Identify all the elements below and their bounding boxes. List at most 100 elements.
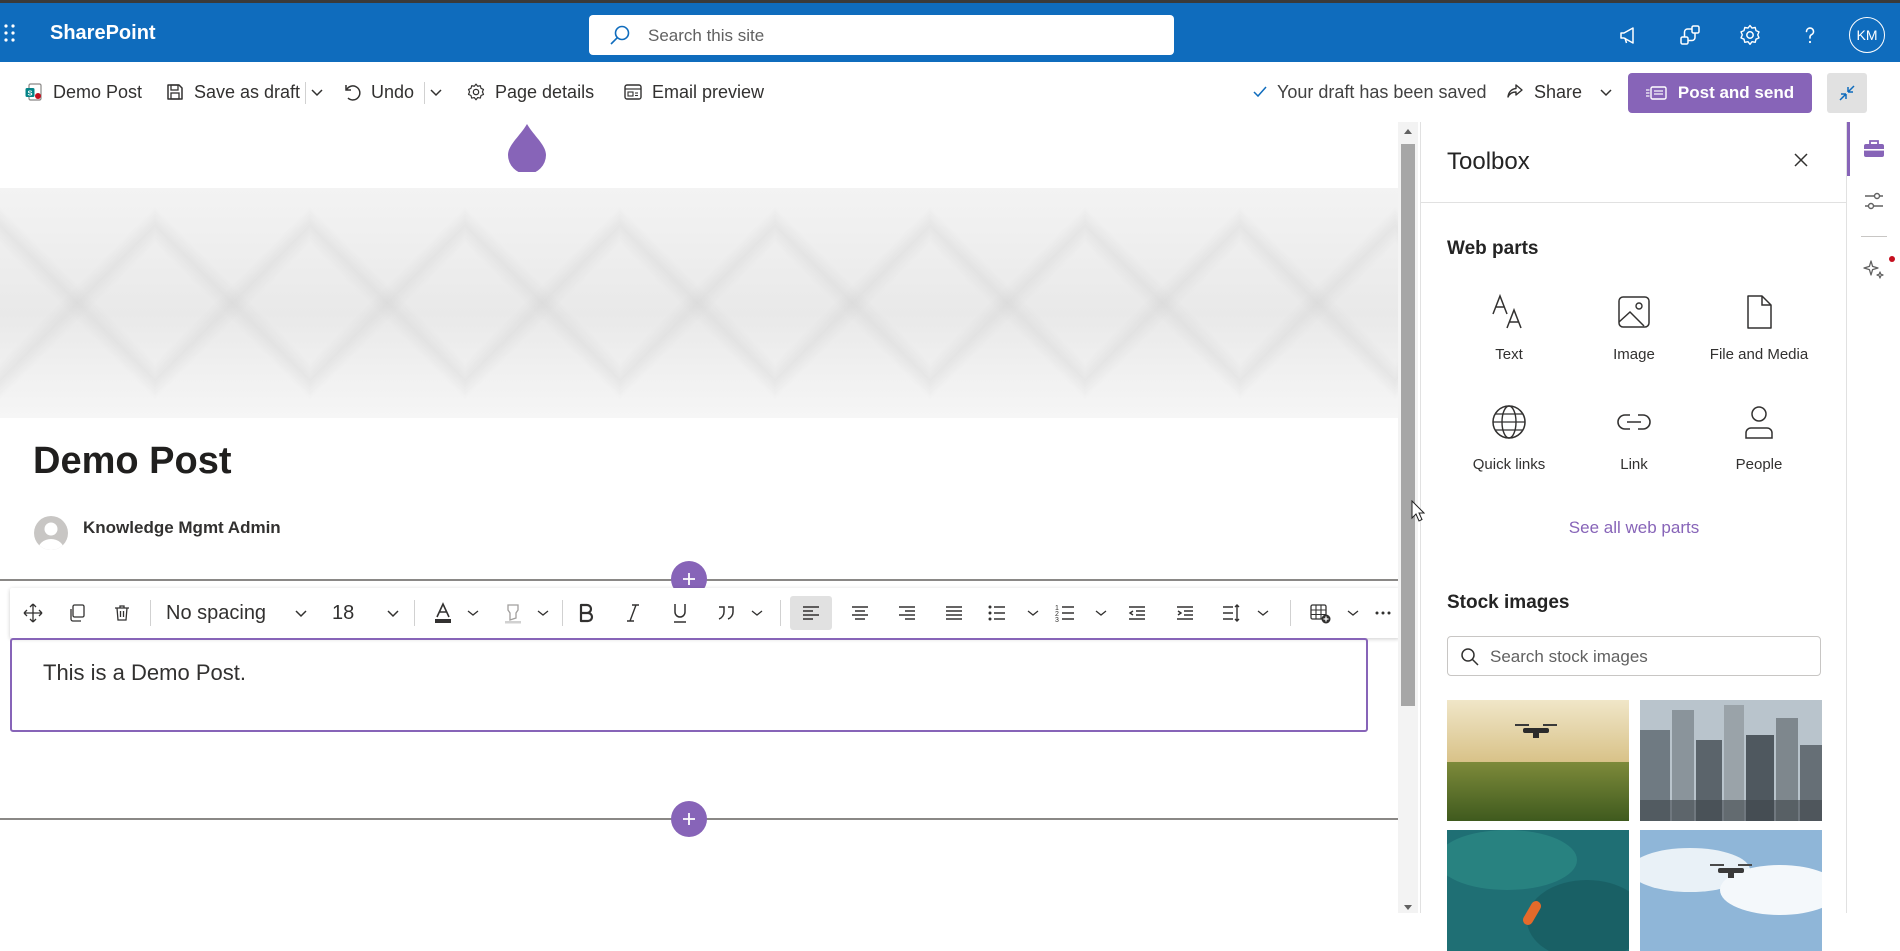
web-parts-heading: Web parts [1447, 238, 1539, 259]
body-text[interactable]: This is a Demo Post. [43, 660, 246, 686]
collapse-icon[interactable] [1827, 73, 1867, 113]
divider [1290, 600, 1291, 626]
page-details-button[interactable]: Page details [466, 80, 594, 104]
email-preview-button[interactable]: Email preview [623, 80, 764, 104]
author-avatar [34, 516, 68, 550]
stock-image-drone-sky[interactable] [1640, 830, 1822, 951]
add-section-button[interactable] [671, 801, 707, 837]
bold-icon[interactable] [573, 600, 599, 626]
paragraph-style-value: No spacing [166, 601, 267, 624]
notification-dot [1889, 256, 1895, 262]
italic-icon[interactable] [620, 600, 646, 626]
undo-options-chevron-icon[interactable] [429, 80, 443, 104]
stock-image-city-skyline[interactable] [1640, 700, 1822, 821]
text-format-toolbar: No spacing 18 1 2 3 [10, 588, 1400, 638]
page-details-label: Page details [495, 81, 595, 102]
settings-gear-icon[interactable] [1738, 23, 1762, 47]
megaphone-icon[interactable] [1618, 23, 1642, 47]
stock-images-search-input[interactable]: Search stock images [1447, 636, 1821, 676]
insert-table-chevron-icon[interactable] [1346, 600, 1360, 626]
line-spacing-icon[interactable] [1218, 600, 1244, 626]
delete-icon[interactable] [109, 600, 135, 626]
close-icon[interactable] [1793, 152, 1809, 168]
decrease-indent-icon[interactable] [1124, 600, 1150, 626]
help-icon[interactable] [1798, 23, 1822, 47]
web-part-label: Text [1495, 346, 1523, 363]
increase-indent-icon[interactable] [1172, 600, 1198, 626]
align-right-icon[interactable] [894, 600, 920, 626]
toolbox-icon[interactable] [1862, 137, 1886, 161]
line-spacing-chevron-icon[interactable] [1256, 600, 1270, 626]
scroll-down-icon[interactable] [1403, 904, 1413, 911]
page-canvas: Demo Post Knowledge Mgmt Admin No spacin… [0, 122, 1400, 913]
text-editor[interactable]: This is a Demo Post. [10, 638, 1368, 732]
more-options-icon[interactable] [1370, 600, 1396, 626]
see-all-web-parts-link[interactable]: See all web parts [1421, 518, 1847, 538]
web-part-link[interactable]: Link [1571, 402, 1697, 488]
app-brand[interactable]: SharePoint [50, 22, 156, 45]
web-part-label: People [1735, 456, 1783, 473]
insert-table-icon[interactable] [1307, 600, 1333, 626]
highlight-chevron-icon[interactable] [536, 600, 550, 626]
web-part-image[interactable]: Image [1571, 292, 1697, 378]
copilot-sparkle-icon[interactable] [1862, 258, 1886, 282]
undo-label: Undo [371, 81, 415, 102]
plus-icon [681, 571, 697, 587]
settings-gear-icon [466, 82, 486, 102]
scrollbar-thumb[interactable] [1401, 144, 1415, 706]
email-preview-label: Email preview [652, 81, 765, 102]
align-center-icon[interactable] [847, 600, 873, 626]
theme-droplet-icon[interactable] [506, 122, 548, 172]
page-name-label: Demo Post [53, 81, 143, 102]
web-part-file-and-media[interactable]: File and Media [1696, 292, 1822, 378]
stock-image-kayak-water[interactable] [1447, 830, 1629, 951]
move-icon[interactable] [20, 600, 46, 626]
numbered-list-icon[interactable]: 123 [1052, 600, 1078, 626]
undo-button[interactable]: Undo [342, 80, 414, 104]
font-color-chevron-icon[interactable] [466, 600, 480, 626]
email-preview-icon [623, 82, 643, 102]
chevron-down-icon [1599, 87, 1613, 97]
user-avatar[interactable]: KM [1849, 17, 1885, 53]
save-draft-button[interactable]: Save as draft [165, 80, 300, 104]
font-color-icon[interactable] [430, 600, 456, 626]
chevron-down-icon [386, 608, 400, 618]
web-part-text[interactable]: Text [1446, 292, 1572, 378]
stock-image-drone-field[interactable] [1447, 700, 1629, 821]
post-and-send-button[interactable]: Post and send [1628, 73, 1812, 113]
justify-icon[interactable] [941, 600, 967, 626]
font-size-value: 18 [332, 601, 355, 624]
underline-icon[interactable] [667, 600, 693, 626]
duplicate-icon[interactable] [64, 600, 90, 626]
bullet-list-icon[interactable] [984, 600, 1010, 626]
title-area-background[interactable] [0, 188, 1400, 418]
font-size-dropdown[interactable]: 18 [326, 600, 406, 626]
more-format-chevron-icon[interactable] [750, 600, 764, 626]
numbered-list-chevron-icon[interactable] [1094, 600, 1108, 626]
divider [780, 600, 781, 626]
news-send-icon [1645, 85, 1668, 101]
page-title[interactable]: Demo Post [33, 440, 231, 483]
save-options-chevron-icon[interactable] [310, 80, 324, 104]
divider [424, 82, 425, 104]
properties-sliders-icon[interactable] [1862, 189, 1886, 213]
bullet-list-chevron-icon[interactable] [1026, 600, 1040, 626]
highlight-icon[interactable] [500, 600, 526, 626]
web-part-people[interactable]: People [1696, 402, 1822, 488]
scroll-up-icon[interactable] [1403, 128, 1413, 135]
author-name[interactable]: Knowledge Mgmt Admin [83, 518, 281, 538]
save-icon [165, 82, 185, 102]
paragraph-style-dropdown[interactable]: No spacing [156, 600, 316, 626]
site-search-input[interactable]: Search this site [589, 15, 1174, 55]
share-button[interactable]: Share [1505, 80, 1613, 104]
web-part-quick-links[interactable]: Quick links [1446, 402, 1572, 488]
quote-icon[interactable] [713, 600, 739, 626]
app-launcher-icon[interactable] [0, 23, 20, 43]
web-part-label: Image [1613, 346, 1655, 363]
text-icon [1489, 292, 1529, 332]
align-left-icon[interactable] [790, 596, 832, 630]
page-name-button[interactable]: S Demo Post [24, 80, 142, 104]
share-label: Share [1534, 81, 1583, 102]
chevron-down-icon [294, 608, 308, 618]
network-icon[interactable] [1678, 23, 1702, 47]
